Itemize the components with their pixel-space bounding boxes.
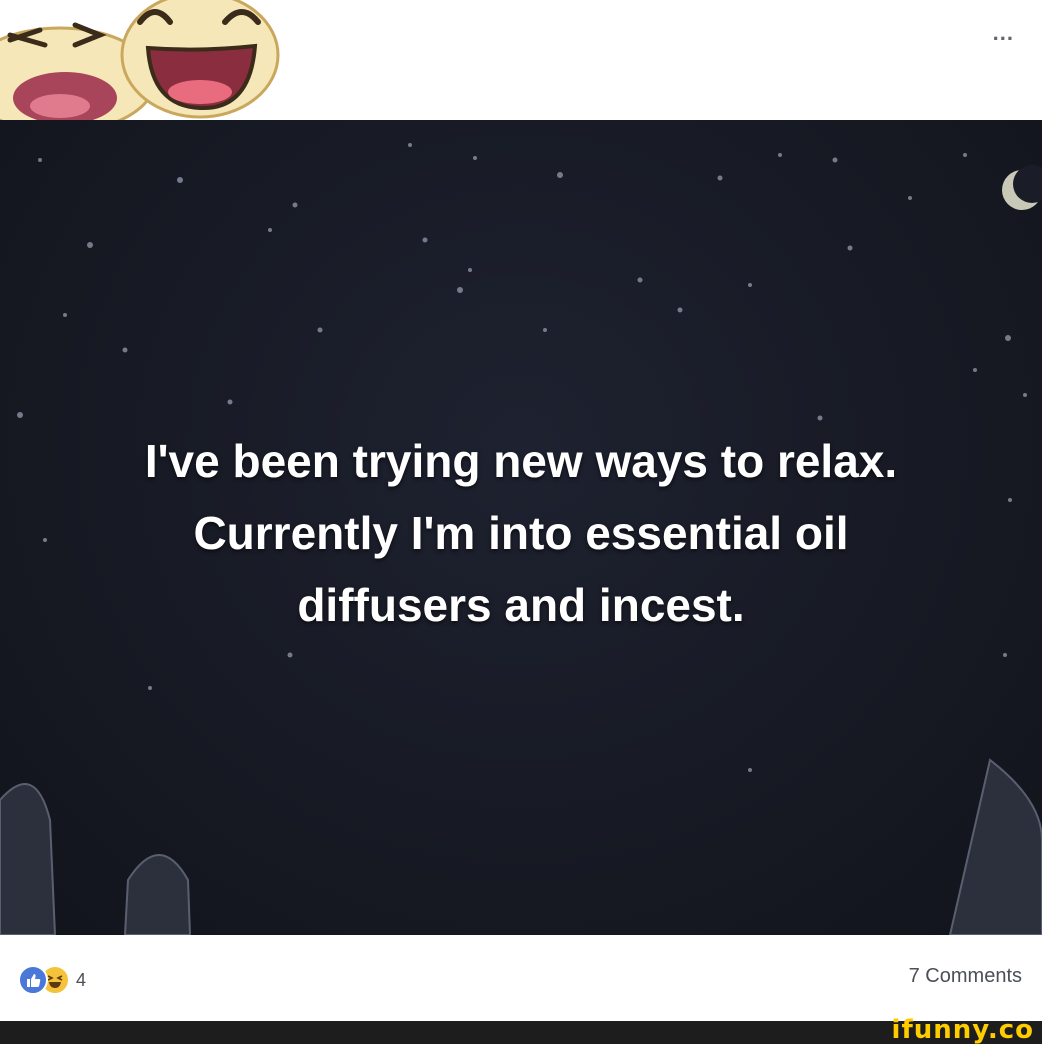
reaction-count: 4 <box>76 969 87 990</box>
post-header: ... <box>0 0 1042 130</box>
quote-line: diffusers and incest. <box>297 579 745 631</box>
more-options-icon[interactable]: ... <box>993 20 1014 46</box>
quote-line: Currently I'm into essential oil <box>193 507 849 559</box>
quote-line: I've been trying new ways to relax. <box>144 435 898 487</box>
watermark-bar: ifunny.co <box>0 1015 1042 1045</box>
post-quote: I've been trying new ways to relax. Curr… <box>0 425 1042 641</box>
reactions-summary[interactable]: 4 <box>18 965 86 995</box>
crescent-moon-icon <box>1002 165 1042 210</box>
like-reaction-icon <box>18 965 48 995</box>
post-footer: 4 7 Comments <box>0 935 1042 1021</box>
ifunny-watermark: ifunny.co <box>891 1015 1034 1045</box>
post-image: I've been trying new ways to relax. Curr… <box>0 120 1042 935</box>
laughing-emoji-sticker-icon <box>0 0 290 130</box>
comments-link[interactable]: 7 Comments <box>909 965 1022 988</box>
